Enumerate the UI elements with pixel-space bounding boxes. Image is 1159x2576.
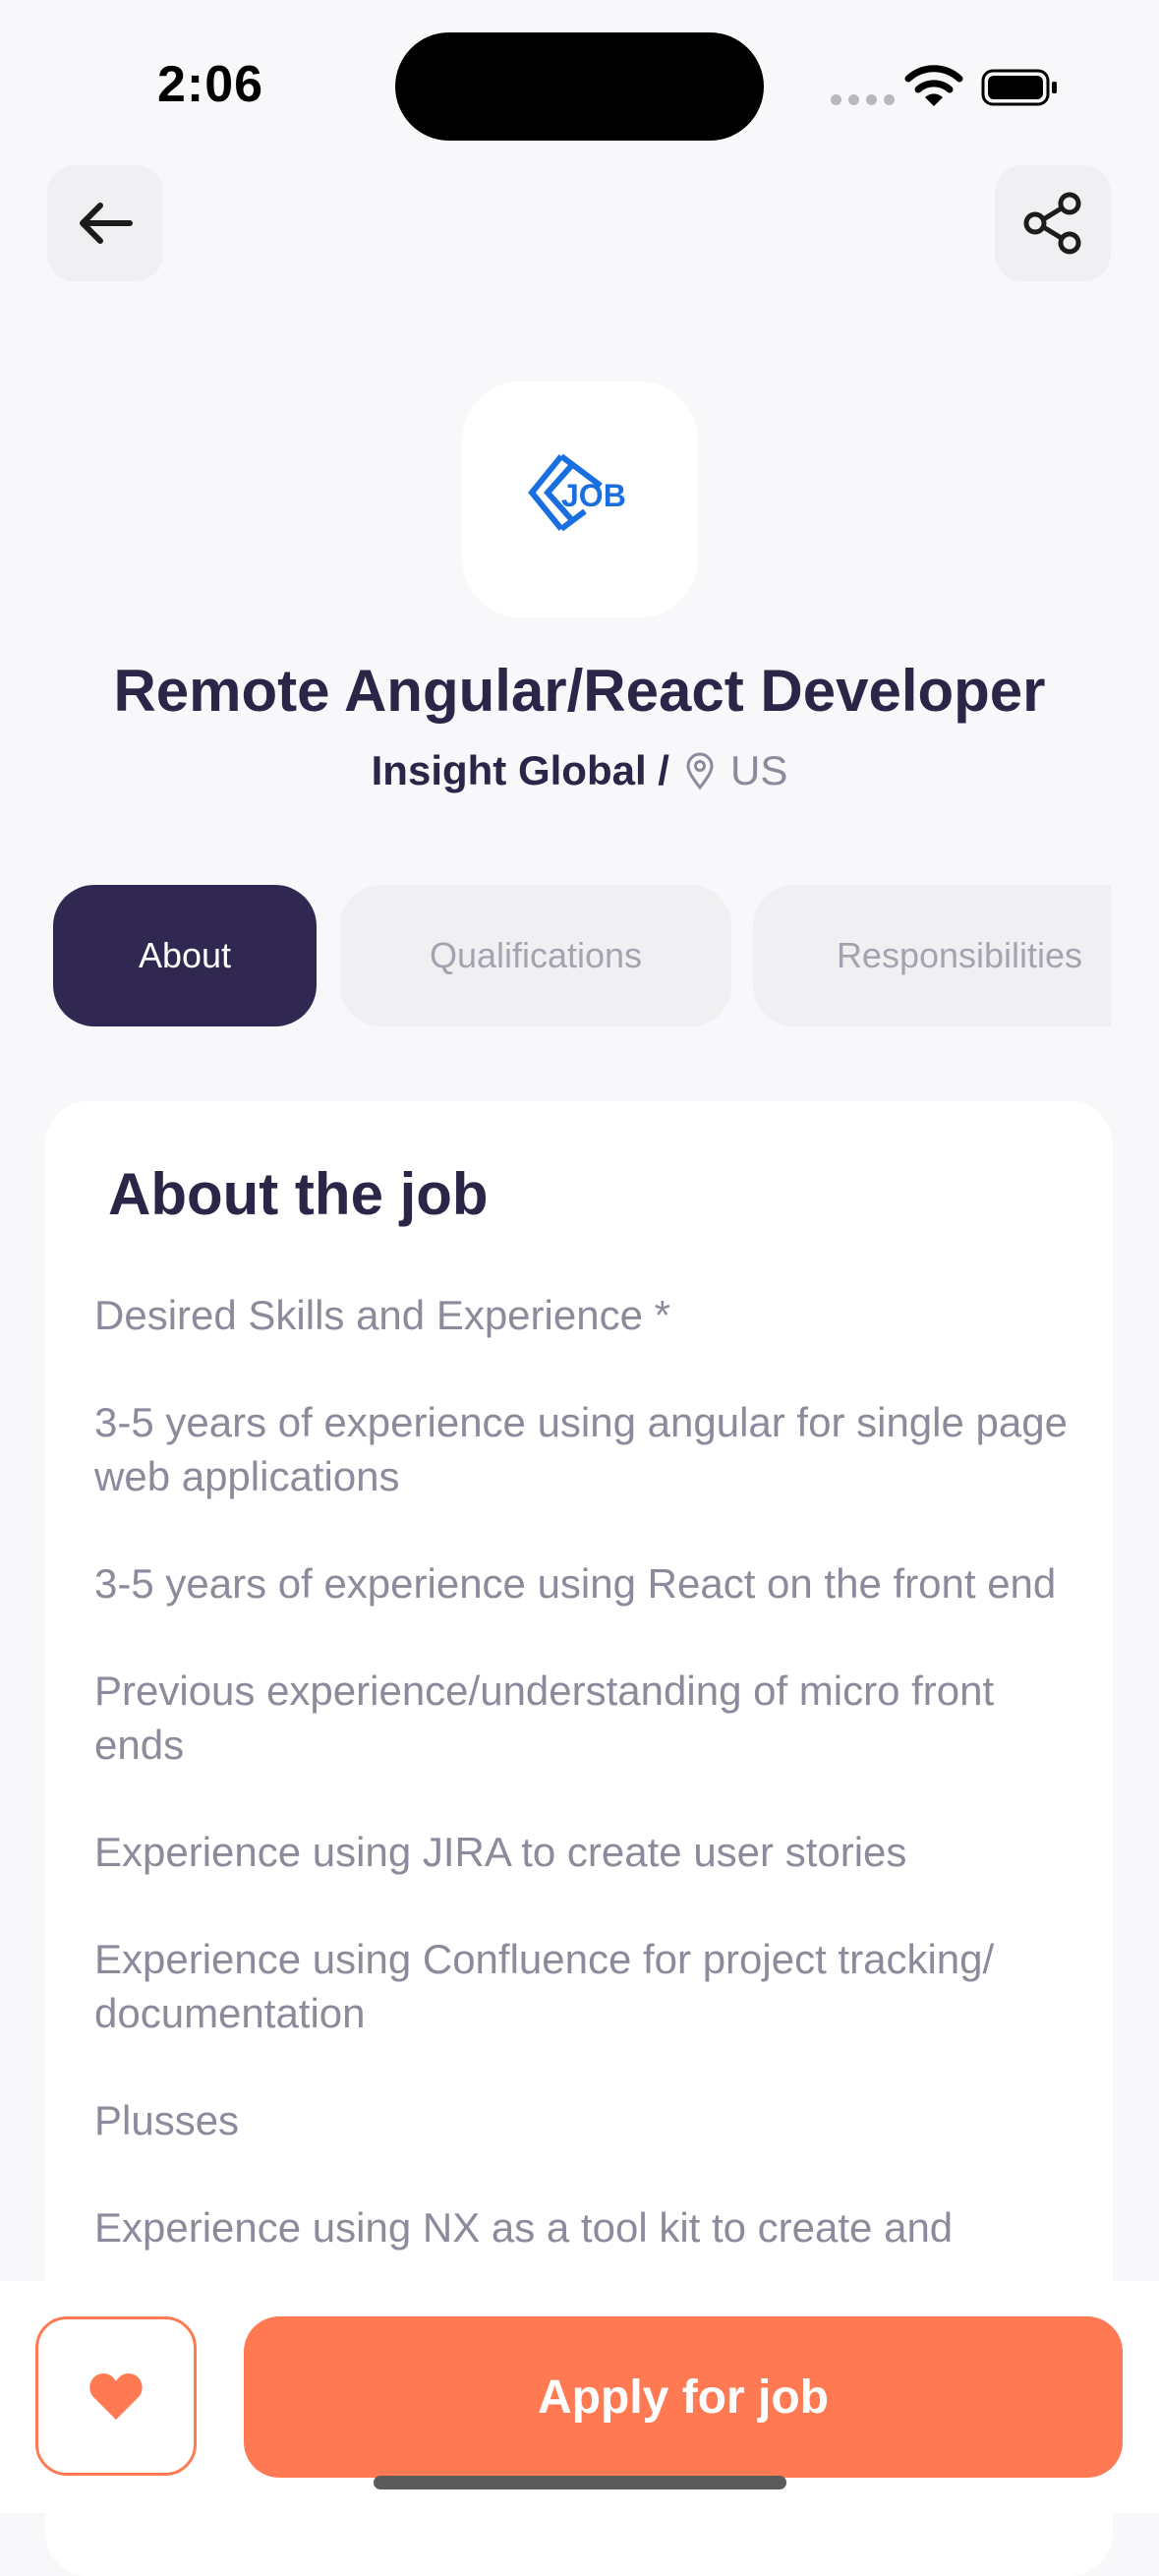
description-paragraph: Previous experience/understanding of mic… <box>94 1668 995 1768</box>
location-pin-icon <box>686 752 714 790</box>
description-paragraph: Experience using JIRA to create user sto… <box>94 1829 907 1875</box>
battery-icon <box>981 69 1057 106</box>
dynamic-island <box>395 32 764 141</box>
tab-responsibilities[interactable]: Responsibilities <box>753 885 1111 1026</box>
share-icon <box>1023 192 1081 255</box>
tab-qualifications[interactable]: Qualifications <box>340 885 731 1026</box>
job-location: US <box>729 747 788 793</box>
job-title: Remote Angular/React Developer <box>113 658 1046 724</box>
apply-button[interactable]: Apply for job <box>244 2316 1123 2478</box>
job-description: Desired Skills and Experience * 3-5 year… <box>94 1288 1077 2308</box>
arrow-left-icon <box>80 203 133 244</box>
section-heading: About the job <box>108 1161 489 1227</box>
company-name: Insight Global / <box>371 747 669 793</box>
description-paragraph: 3-5 years of experience using React on t… <box>94 1560 1057 1607</box>
job-meta: Insight Global / US <box>0 747 1159 794</box>
favorite-button[interactable] <box>35 2316 197 2476</box>
home-indicator <box>374 2476 786 2489</box>
job-logo-icon: JOB <box>528 453 626 532</box>
heart-icon <box>89 2373 143 2420</box>
back-button[interactable] <box>47 165 163 281</box>
company-logo: JOB <box>462 381 698 617</box>
tab-about[interactable]: About <box>53 885 317 1026</box>
description-paragraph: 3-5 years of experience using angular fo… <box>94 1399 1068 1499</box>
logo-text: JOB <box>561 478 626 513</box>
wifi-icon <box>904 65 963 106</box>
tab-bar: About Qualifications Responsibilities <box>53 885 1111 1026</box>
description-paragraph: Experience using Confluence for project … <box>94 1936 995 2036</box>
description-paragraph: Plusses <box>94 2097 240 2143</box>
cellular-signal-icon <box>831 94 895 105</box>
share-button[interactable] <box>995 165 1111 281</box>
status-time: 2:06 <box>157 56 264 113</box>
description-paragraph: Desired Skills and Experience * <box>94 1292 670 1338</box>
description-paragraph: Experience using NX as a tool kit to cre… <box>94 2204 954 2251</box>
